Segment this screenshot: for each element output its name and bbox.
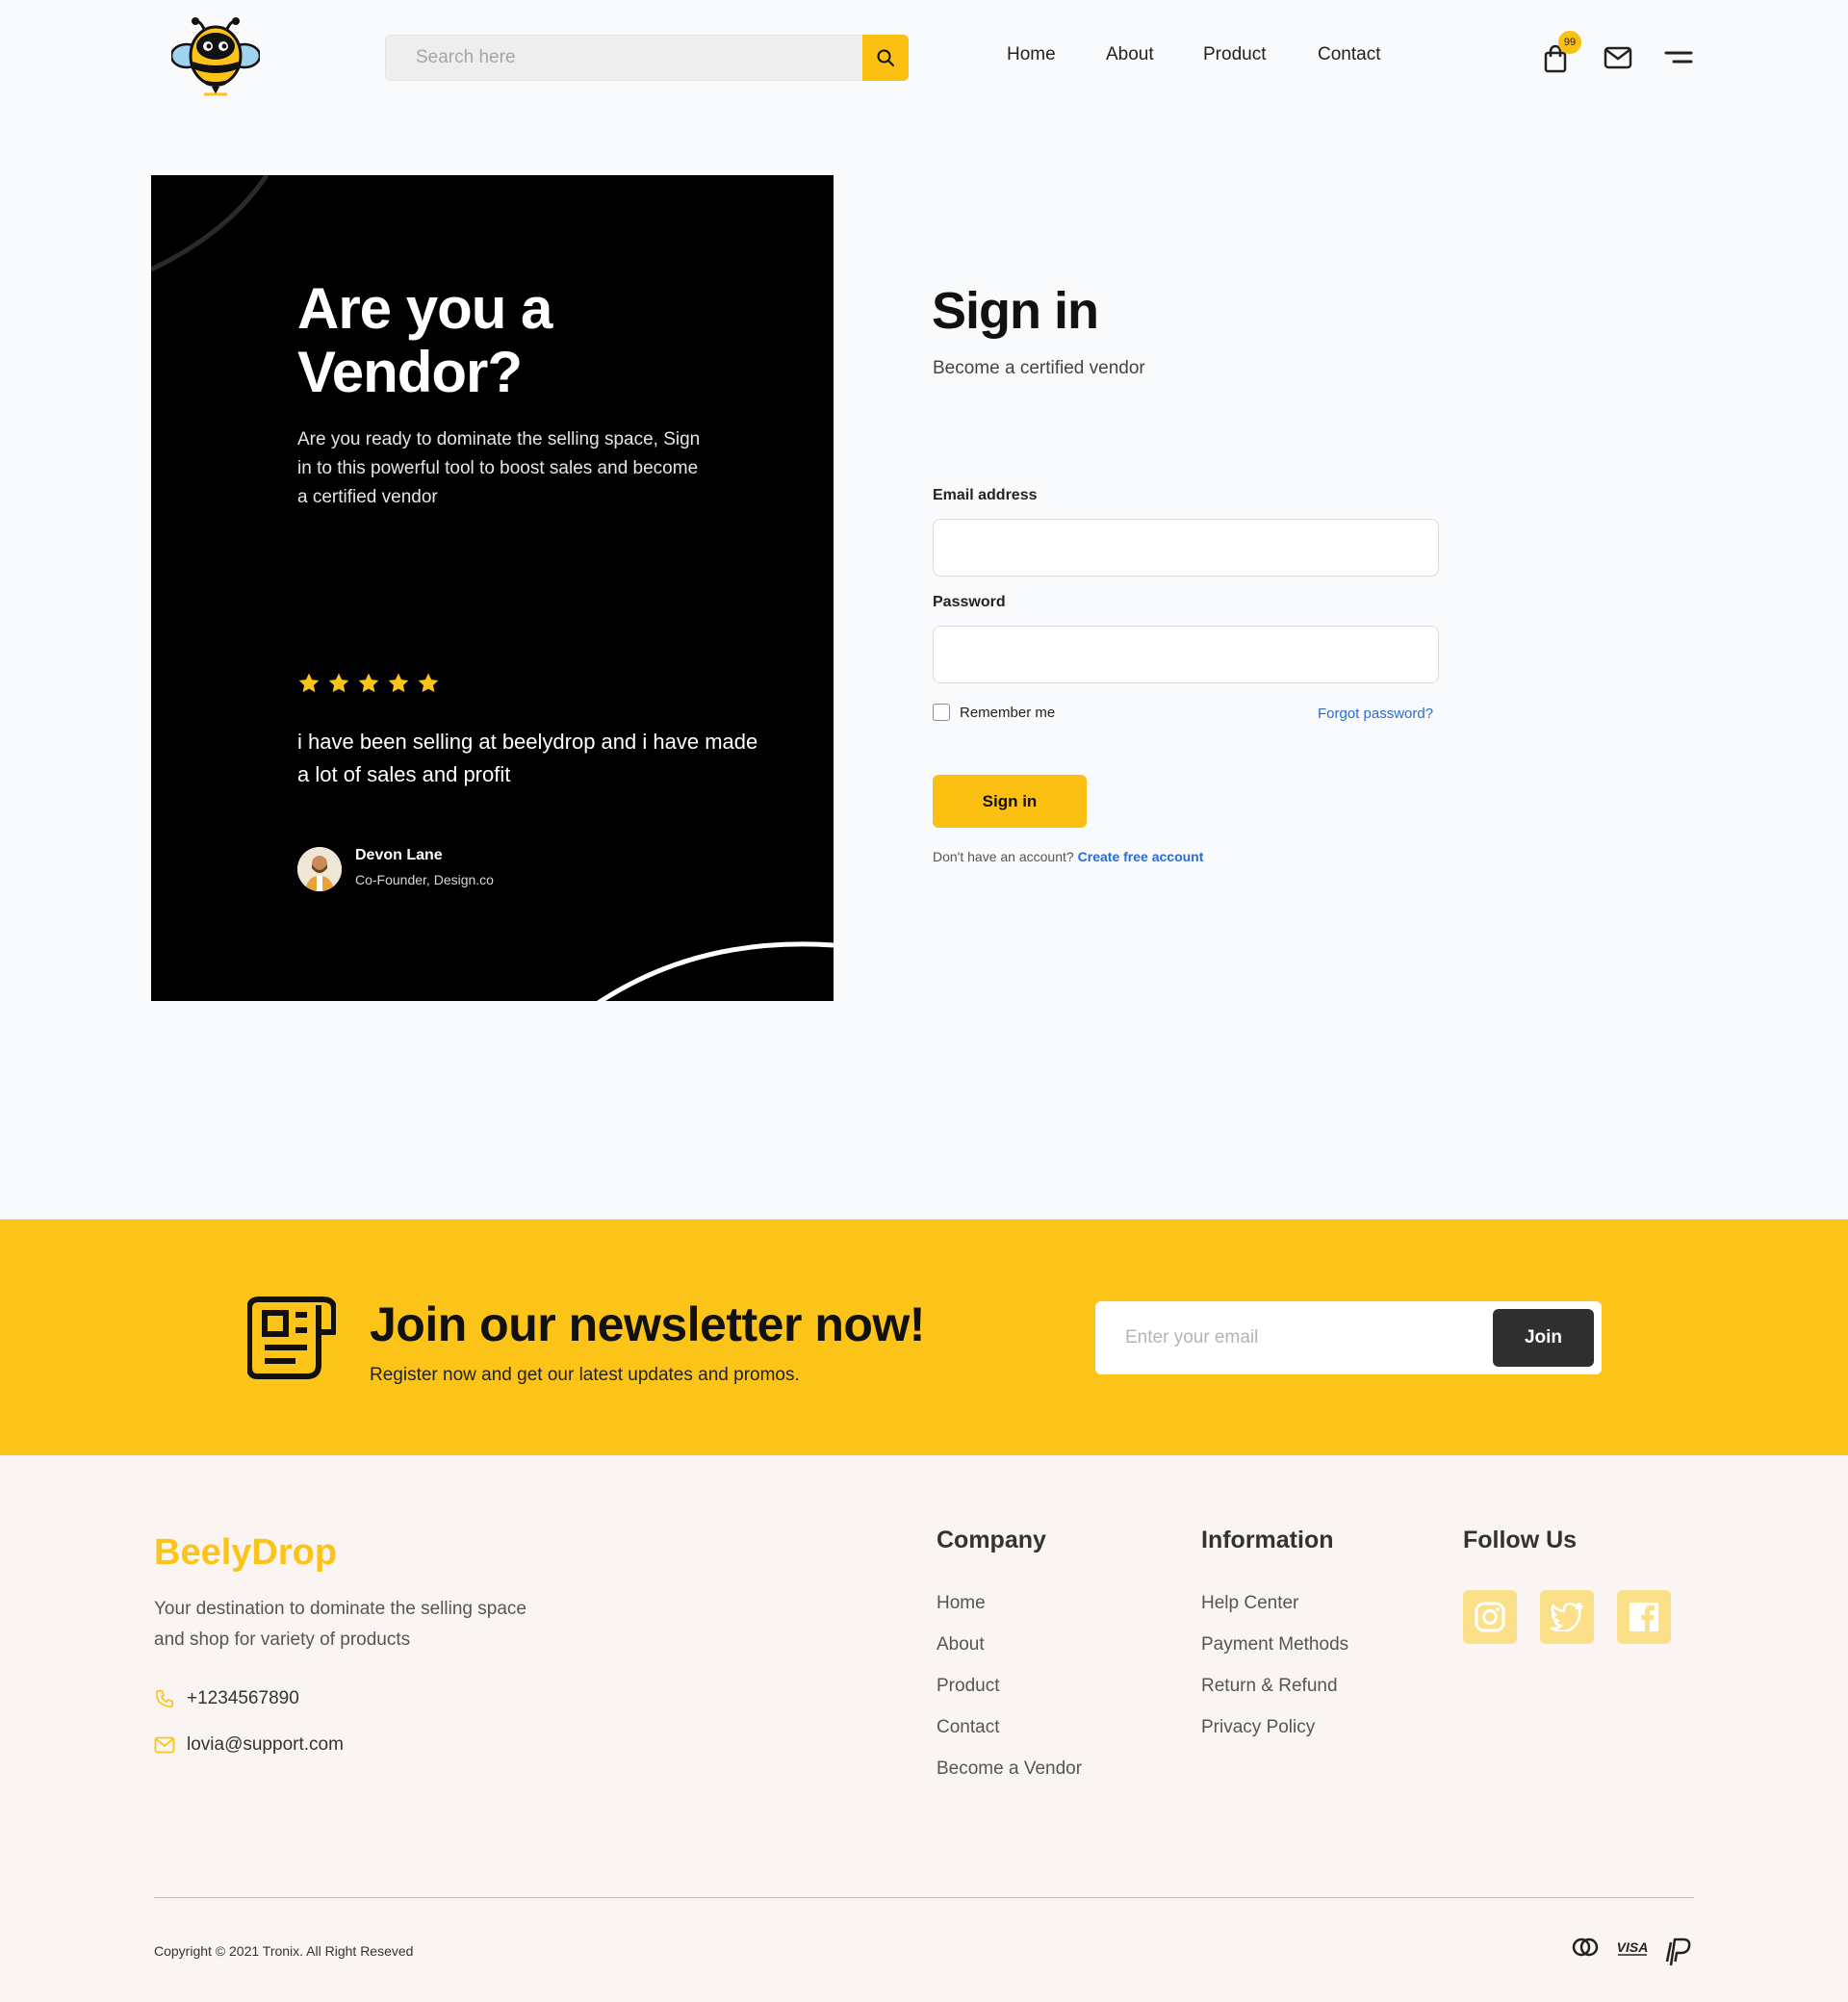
newsletter-form: Join (1095, 1301, 1602, 1374)
rating-stars (297, 672, 440, 695)
vendor-title: Are you a Vendor? (297, 276, 552, 404)
search-icon (877, 49, 894, 66)
star-icon (418, 673, 439, 693)
avatar (297, 847, 342, 891)
email-label: Email address (933, 487, 1038, 503)
footer-link-become-vendor[interactable]: Become a Vendor (937, 1758, 1082, 1780)
no-account-text: Don't have an account? (933, 849, 1074, 864)
star-icon (358, 673, 379, 693)
newsletter-join-button[interactable]: Join (1493, 1309, 1594, 1367)
visa-icon: VISA (1615, 1937, 1650, 1958)
newsletter-subtitle: Register now and get our latest updates … (370, 1365, 800, 1385)
footer-link-privacy-policy[interactable]: Privacy Policy (1201, 1717, 1315, 1738)
svg-text:VISA: VISA (1617, 1939, 1649, 1955)
nav-home[interactable]: Home (1007, 44, 1056, 65)
newsletter-banner: Join our newsletter now! Register now an… (0, 1219, 1848, 1455)
nav-product[interactable]: Product (1203, 44, 1266, 65)
twitter-button[interactable] (1540, 1590, 1594, 1644)
newspaper-icon (247, 1296, 336, 1379)
company-heading: Company (937, 1527, 1046, 1553)
search-input[interactable] (386, 36, 863, 80)
vendor-promo-panel: Are you a Vendor? Are you ready to domin… (151, 175, 834, 1001)
password-label: Password (933, 594, 1006, 610)
search-button[interactable] (862, 35, 909, 81)
remember-me-label: Remember me (960, 704, 1056, 721)
footer-link-payment-methods[interactable]: Payment Methods (1201, 1634, 1348, 1656)
footer-link-return-refund[interactable]: Return & Refund (1201, 1676, 1338, 1697)
follow-heading: Follow Us (1463, 1527, 1578, 1553)
star-icon (328, 673, 349, 693)
footer-link-about[interactable]: About (937, 1634, 985, 1656)
newsletter-title: Join our newsletter now! (370, 1297, 925, 1351)
mail-icon (1604, 46, 1632, 69)
signin-title: Sign in (932, 282, 1099, 340)
copyright-text: Copyright © 2021 Tronix. All Right Resev… (154, 1943, 414, 1959)
newsletter-email-input[interactable] (1095, 1301, 1480, 1374)
author-role: Co-Founder, Design.co (355, 872, 494, 887)
information-heading: Information (1201, 1527, 1334, 1553)
nav-contact[interactable]: Contact (1318, 44, 1380, 65)
instagram-icon (1475, 1602, 1505, 1632)
vendor-description: Are you ready to dominate the selling sp… (297, 429, 701, 507)
email-field[interactable] (933, 519, 1439, 577)
instagram-button[interactable] (1463, 1590, 1517, 1644)
remember-me: Remember me (933, 704, 1055, 721)
twitter-icon (1551, 1603, 1583, 1631)
star-icon (388, 673, 409, 693)
menu-icon (1664, 51, 1693, 64)
search-bar (385, 35, 909, 81)
cart-count-badge: 99 (1558, 31, 1581, 54)
footer-link-product[interactable]: Product (937, 1676, 999, 1697)
paypal-icon (1665, 1937, 1692, 1967)
password-field[interactable] (933, 626, 1439, 683)
site-footer: BeelyDrop Your destination to dominate t… (0, 1455, 1848, 2002)
bee-logo[interactable] (169, 15, 262, 96)
signin-button[interactable]: Sign in (933, 775, 1087, 828)
site-header: Home About Product Contact 99 (0, 0, 1848, 116)
footer-link-contact[interactable]: Contact (937, 1717, 999, 1738)
menu-button[interactable] (1663, 46, 1694, 69)
facebook-button[interactable] (1617, 1590, 1671, 1644)
footer-brand[interactable]: BeelyDrop (154, 1532, 337, 1574)
mastercard-icon (1571, 1937, 1600, 1958)
footer-phone[interactable]: +1234567890 (154, 1688, 299, 1709)
footer-link-help-center[interactable]: Help Center (1201, 1593, 1298, 1614)
footer-divider (154, 1897, 1694, 1898)
signin-subtitle: Become a certified vendor (933, 358, 1145, 378)
email-address: lovia@support.com (187, 1734, 344, 1755)
phone-icon (155, 1689, 174, 1708)
messages-button[interactable] (1602, 44, 1634, 71)
signup-prompt: Don't have an account? Create free accoun… (933, 849, 1203, 864)
author-name: Devon Lane (355, 847, 443, 863)
facebook-icon (1630, 1603, 1658, 1631)
footer-email[interactable]: lovia@support.com (154, 1734, 344, 1756)
star-icon (298, 673, 320, 693)
mail-icon (154, 1736, 175, 1754)
footer-link-home[interactable]: Home (937, 1593, 986, 1614)
footer-description: Your destination to dominate the selling… (154, 1599, 526, 1650)
create-account-link[interactable]: Create free account (1078, 849, 1204, 864)
remember-me-checkbox[interactable] (933, 704, 950, 721)
forgot-password-link[interactable]: Forgot password? (1318, 706, 1433, 722)
testimonial-quote: i have been selling at beelydrop and i h… (297, 730, 758, 786)
nav-about[interactable]: About (1106, 44, 1154, 65)
phone-number: +1234567890 (187, 1688, 299, 1708)
